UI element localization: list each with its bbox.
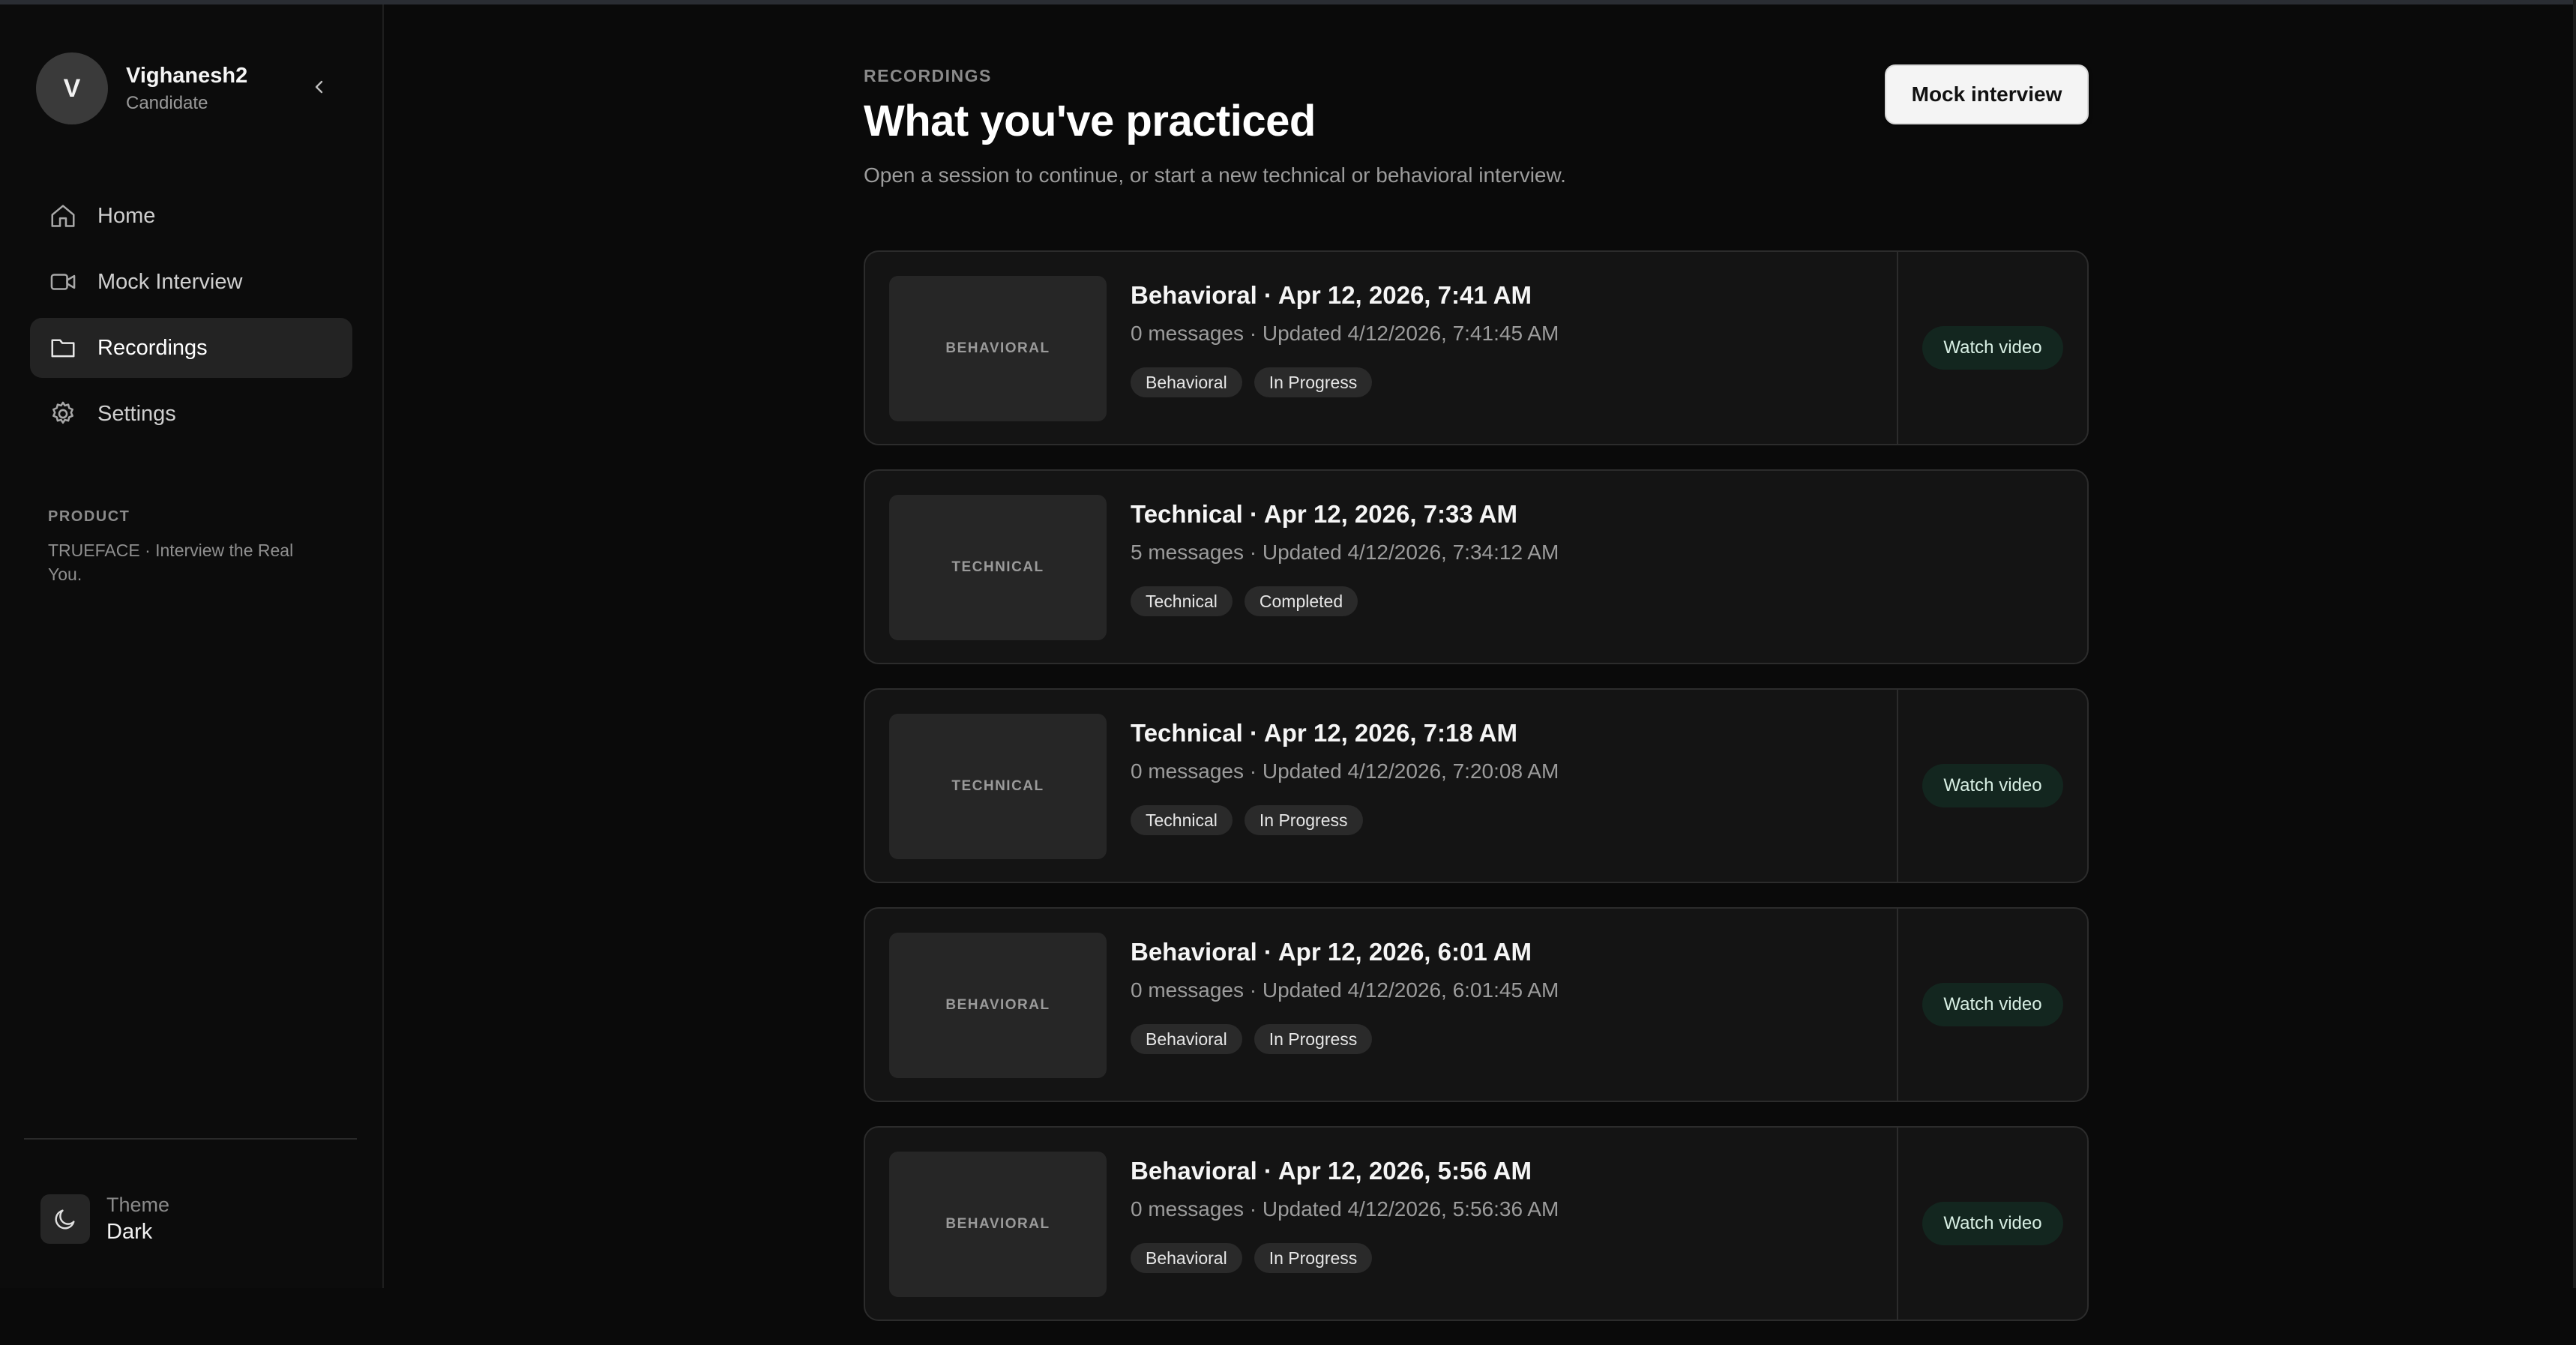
session-meta: 0 messages · Updated 4/12/2026, 5:56:36 … <box>1131 1197 1559 1221</box>
watch-video-button[interactable]: Watch video <box>1922 326 2063 370</box>
mock-interview-button[interactable]: Mock interview <box>1885 64 2089 124</box>
sidebar-item-home[interactable]: Home <box>30 186 352 246</box>
session-tags: Behavioral In Progress <box>1131 1024 1384 1054</box>
folder-icon <box>48 333 78 363</box>
recordings-list: BEHAVIORAL Behavioral · Apr 12, 2026, 7:… <box>864 250 2089 1345</box>
main-content: RECORDINGS What you've practiced Open a … <box>864 0 2089 1321</box>
page-title: What you've practiced <box>864 97 1316 145</box>
session-title: Behavioral · Apr 12, 2026, 7:41 AM <box>1131 281 1532 309</box>
type-badge: Behavioral <box>1131 367 1242 397</box>
page-eyebrow: RECORDINGS <box>864 66 992 85</box>
session-tags: Behavioral In Progress <box>1131 367 1384 397</box>
theme-value: Dark <box>106 1220 153 1244</box>
sidebar-item-settings[interactable]: Settings <box>30 384 352 444</box>
chevron-left-icon <box>315 80 323 94</box>
session-thumbnail: TECHNICAL <box>889 495 1107 640</box>
session-thumbnail: BEHAVIORAL <box>889 933 1107 1078</box>
session-meta: 0 messages · Updated 4/12/2026, 6:01:45 … <box>1131 978 1559 1002</box>
scrollbar-track[interactable] <box>2573 0 2576 1288</box>
home-icon <box>48 201 78 231</box>
sidebar-item-label: Recordings <box>97 335 208 360</box>
card-action-area: Watch video <box>1897 1128 2087 1320</box>
session-card[interactable]: TECHNICAL Technical · Apr 12, 2026, 7:33… <box>864 469 2089 664</box>
user-role: Candidate <box>126 93 208 113</box>
video-icon <box>48 267 78 297</box>
sidebar-item-label: Mock Interview <box>97 269 243 294</box>
sidebar: V Vighanesh2 Candidate Home Mock Intervi… <box>0 4 384 1288</box>
sidebar-item-recordings[interactable]: Recordings <box>30 318 352 378</box>
session-thumbnail: BEHAVIORAL <box>889 276 1107 421</box>
card-action-area: Watch video <box>1897 690 2087 882</box>
session-meta: 0 messages · Updated 4/12/2026, 7:41:45 … <box>1131 322 1559 345</box>
card-action-area: Watch video <box>1897 252 2087 444</box>
user-name: Vighanesh2 <box>126 64 248 88</box>
session-thumbnail: TECHNICAL <box>889 714 1107 859</box>
user-profile: V Vighanesh2 Candidate <box>36 52 247 124</box>
moon-icon <box>40 1194 90 1244</box>
sidebar-nav: Home Mock Interview Recordings Settings <box>30 186 352 450</box>
session-tags: Technical Completed <box>1131 586 1370 616</box>
status-badge: In Progress <box>1254 1243 1373 1273</box>
session-card[interactable]: BEHAVIORAL Behavioral · Apr 12, 2026, 5:… <box>864 1126 2089 1321</box>
gear-icon <box>48 399 78 429</box>
status-badge: Completed <box>1244 586 1358 616</box>
type-badge: Technical <box>1131 586 1233 616</box>
session-title: Behavioral · Apr 12, 2026, 5:56 AM <box>1131 1157 1532 1185</box>
page-subtitle: Open a session to continue, or start a n… <box>864 163 1566 187</box>
type-badge: Technical <box>1131 805 1233 835</box>
type-badge: Behavioral <box>1131 1024 1242 1054</box>
collapse-sidebar-button[interactable] <box>303 70 336 103</box>
session-card[interactable]: BEHAVIORAL Behavioral · Apr 12, 2026, 7:… <box>864 250 2089 445</box>
session-title: Behavioral · Apr 12, 2026, 6:01 AM <box>1131 938 1532 966</box>
sidebar-item-mock-interview[interactable]: Mock Interview <box>30 252 352 312</box>
session-meta: 0 messages · Updated 4/12/2026, 7:20:08 … <box>1131 759 1559 783</box>
avatar: V <box>36 52 108 124</box>
sidebar-item-label: Home <box>97 203 156 228</box>
session-tags: Technical In Progress <box>1131 805 1375 835</box>
status-badge: In Progress <box>1254 1024 1373 1054</box>
product-tagline: TRUEFACE · Interview the Real You. <box>48 541 294 584</box>
theme-label: Theme <box>106 1194 170 1216</box>
type-badge: Behavioral <box>1131 1243 1242 1273</box>
card-action-area: Watch video <box>1897 909 2087 1101</box>
watch-video-button[interactable]: Watch video <box>1922 1202 2063 1245</box>
session-title: Technical · Apr 12, 2026, 7:18 AM <box>1131 719 1517 747</box>
product-heading: PRODUCT <box>48 508 130 525</box>
session-thumbnail: BEHAVIORAL <box>889 1152 1107 1297</box>
theme-toggle[interactable]: Theme Dark <box>40 1192 169 1246</box>
session-card[interactable]: BEHAVIORAL Behavioral · Apr 12, 2026, 6:… <box>864 907 2089 1102</box>
session-card[interactable]: TECHNICAL Technical · Apr 12, 2026, 7:18… <box>864 688 2089 883</box>
status-badge: In Progress <box>1244 805 1363 835</box>
session-tags: Behavioral In Progress <box>1131 1243 1384 1273</box>
status-badge: In Progress <box>1254 367 1373 397</box>
sidebar-item-label: Settings <box>97 401 176 426</box>
watch-video-button[interactable]: Watch video <box>1922 983 2063 1026</box>
session-meta: 5 messages · Updated 4/12/2026, 7:34:12 … <box>1131 541 1559 564</box>
sidebar-divider <box>24 1138 357 1140</box>
watch-video-button[interactable]: Watch video <box>1922 764 2063 807</box>
session-title: Technical · Apr 12, 2026, 7:33 AM <box>1131 500 1517 528</box>
